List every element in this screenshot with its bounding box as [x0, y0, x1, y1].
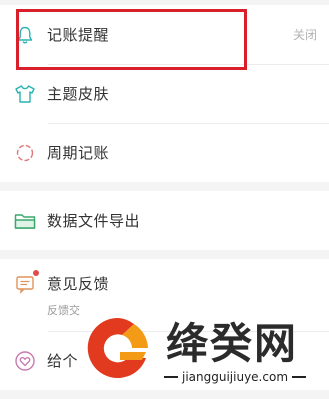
highlight-box: [16, 9, 247, 70]
message-icon: [14, 273, 36, 295]
divider: [164, 376, 178, 378]
export-row[interactable]: 数据文件导出: [0, 191, 329, 250]
periodic-label: 周期记账: [47, 144, 110, 162]
theme-row[interactable]: 主题皮肤: [0, 64, 329, 123]
shirt-icon: [14, 83, 36, 105]
folder-icon: [14, 210, 36, 232]
section-gap: [0, 250, 329, 259]
heart-icon: [14, 350, 36, 372]
watermark-url: jiangguijiuye.com: [182, 370, 289, 384]
settings-group-2: 数据文件导出: [0, 191, 329, 250]
reminder-status: 关闭: [292, 28, 317, 42]
feedback-label: 意见反馈: [47, 275, 110, 293]
rate-label: 给个: [47, 352, 79, 370]
watermark-url-line: jiangguijiuye.com: [164, 370, 324, 384]
watermark: 绛癸网 jiangguijiuye.com: [82, 306, 322, 396]
periodic-row[interactable]: 周期记账: [0, 123, 329, 182]
divider: [292, 376, 307, 378]
cycle-icon: [14, 142, 36, 164]
export-label: 数据文件导出: [47, 212, 141, 230]
theme-label: 主题皮肤: [47, 85, 110, 103]
watermark-logo: [87, 317, 148, 378]
section-gap: [0, 182, 329, 191]
notification-dot: [33, 270, 39, 276]
watermark-title: 绛癸网: [166, 319, 299, 368]
